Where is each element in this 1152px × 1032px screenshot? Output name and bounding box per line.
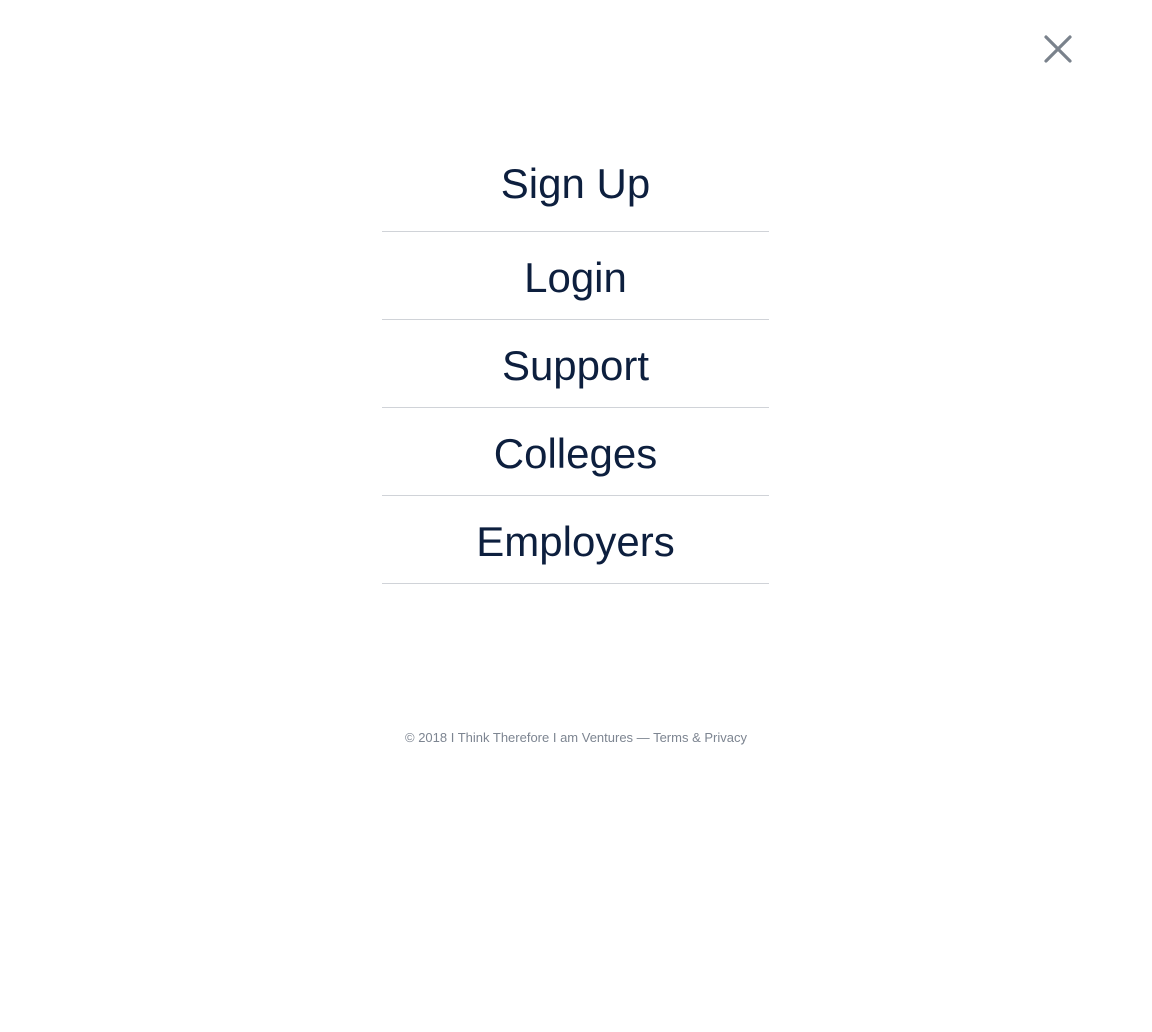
menu-item-support[interactable]: Support bbox=[382, 320, 769, 408]
menu-item-employers[interactable]: Employers bbox=[382, 496, 769, 584]
privacy-link[interactable]: Privacy bbox=[704, 730, 747, 745]
ampersand: & bbox=[692, 730, 701, 745]
close-icon bbox=[1044, 35, 1072, 63]
footer: © 2018 I Think Therefore I am Ventures —… bbox=[0, 730, 1152, 745]
terms-link[interactable]: Terms bbox=[653, 730, 688, 745]
close-button[interactable] bbox=[1040, 31, 1076, 67]
menu-item-colleges[interactable]: Colleges bbox=[382, 408, 769, 496]
main-menu: Sign Up Login Support Colleges Employers bbox=[382, 138, 769, 584]
menu-item-sign-up[interactable]: Sign Up bbox=[382, 138, 769, 232]
copyright-text: © 2018 I Think Therefore I am Ventures — bbox=[405, 730, 650, 745]
menu-item-login[interactable]: Login bbox=[382, 232, 769, 320]
